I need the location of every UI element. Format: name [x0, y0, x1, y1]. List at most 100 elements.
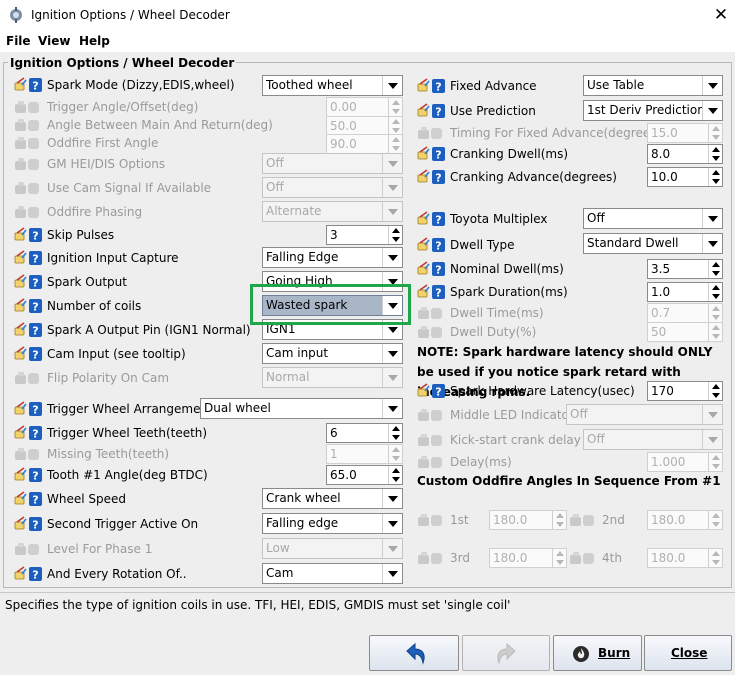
edit-help-icon[interactable]	[13, 77, 43, 93]
chevron-down-icon[interactable]	[382, 202, 402, 221]
menu-help[interactable]: Help	[79, 34, 110, 48]
label-angle-between: Angle Between Main And Return(deg)	[47, 118, 273, 132]
chevron-down-icon[interactable]	[382, 539, 402, 558]
dwell-duty-spinner[interactable]: 50	[647, 322, 723, 342]
chevron-down-icon[interactable]	[382, 514, 402, 533]
oddfire-3rd-spinner[interactable]: 180.0	[489, 548, 567, 568]
trigger-teeth-spinner[interactable]: 6	[326, 423, 403, 443]
oddfire-1st-spinner[interactable]: 180.0	[489, 510, 567, 530]
chevron-down-icon[interactable]	[702, 76, 722, 95]
edit-help-icon[interactable]	[416, 383, 446, 399]
trigger-arrangement-select[interactable]: Dual wheel	[200, 398, 403, 419]
edit-help-icon[interactable]	[13, 346, 43, 362]
ignition-input-select[interactable]: Falling Edge	[262, 247, 403, 268]
edit-help-icon[interactable]	[416, 237, 446, 253]
edit-help-icon-disabled	[416, 432, 446, 448]
nominal-dwell-spinner[interactable]: 3.5	[647, 259, 723, 279]
fixed-advance-select[interactable]: Use Table	[583, 75, 723, 96]
tooth1-angle-spinner[interactable]: 65.0	[326, 465, 403, 485]
window-close-icon[interactable]: ✕	[708, 3, 734, 27]
close-label: Close	[671, 646, 708, 660]
angle-between-spinner[interactable]: 50.0	[326, 116, 403, 136]
use-cam-select[interactable]: Off	[262, 177, 403, 198]
missing-teeth-spinner[interactable]: 1	[326, 444, 403, 464]
burn-button[interactable]: Burn	[553, 635, 642, 671]
chevron-down-icon[interactable]	[702, 209, 722, 228]
label-oddfire-1st: 1st	[450, 513, 469, 527]
chevron-down-icon[interactable]	[382, 178, 402, 197]
spark-duration-spinner[interactable]: 1.0	[647, 282, 723, 302]
edit-help-icon[interactable]	[13, 516, 43, 532]
close-button[interactable]: Close	[644, 635, 732, 671]
chevron-down-icon[interactable]	[702, 101, 722, 120]
edit-help-icon[interactable]	[416, 103, 446, 119]
skip-pulses-spinner[interactable]: 3	[326, 225, 403, 245]
wheel-speed-select[interactable]: Crank wheel	[262, 488, 403, 509]
edit-help-icon-disabled	[13, 370, 43, 386]
gm-hei-select[interactable]: Off	[262, 153, 403, 174]
chevron-down-icon[interactable]	[382, 344, 402, 363]
spark-mode-select[interactable]: Toothed wheel	[262, 75, 403, 96]
edit-help-icon[interactable]	[13, 322, 43, 338]
level-phase1-select[interactable]: Low	[262, 538, 403, 559]
edit-help-icon[interactable]	[416, 284, 446, 300]
edit-help-icon[interactable]	[416, 211, 446, 227]
redo-button[interactable]	[462, 635, 550, 671]
label-dwell-duty: Dwell Duty(%)	[450, 325, 537, 339]
middle-led-select[interactable]: Off	[566, 404, 723, 425]
chevron-down-icon[interactable]	[382, 489, 402, 508]
edit-help-icon[interactable]	[416, 146, 446, 162]
edit-help-icon[interactable]	[13, 491, 43, 507]
chevron-down-icon[interactable]	[702, 234, 722, 253]
second-trigger-select[interactable]: Falling edge	[262, 513, 403, 534]
chevron-down-icon[interactable]	[702, 405, 722, 424]
menu-view[interactable]: View	[38, 34, 70, 48]
label-trigger-arrangement: Trigger Wheel Arrangement	[47, 402, 213, 416]
label-spark-latency: Spark Hardware Latency(usec)	[450, 384, 635, 398]
edit-help-icon[interactable]	[13, 425, 43, 441]
cranking-dwell-spinner[interactable]: 8.0	[647, 144, 723, 164]
label-oddfire-2nd: 2nd	[602, 513, 625, 527]
edit-help-icon[interactable]	[13, 227, 43, 243]
toyota-multiplex-select[interactable]: Off	[583, 208, 723, 229]
flip-polarity-select[interactable]: Normal	[262, 367, 403, 388]
dwell-time-spinner[interactable]: 0.7	[647, 303, 723, 323]
oddfire-4th-spinner[interactable]: 180.0	[647, 548, 723, 568]
chevron-down-icon[interactable]	[382, 248, 402, 267]
edit-help-icon[interactable]	[416, 78, 446, 94]
undo-button[interactable]	[369, 635, 459, 671]
chevron-down-icon[interactable]	[382, 564, 402, 583]
edit-help-icon[interactable]	[13, 274, 43, 290]
menu-file[interactable]: File	[6, 34, 31, 48]
chevron-down-icon[interactable]	[382, 154, 402, 173]
spark-latency-spinner[interactable]: 170	[647, 381, 723, 401]
label-cam-input: Cam Input (see tooltip)	[47, 347, 186, 361]
edit-help-icon[interactable]	[13, 566, 43, 582]
oddfire-2nd-spinner[interactable]: 180.0	[647, 510, 723, 530]
kickstart-select[interactable]: Off	[583, 429, 723, 450]
edit-help-icon[interactable]	[13, 401, 43, 417]
highlight-box	[250, 284, 411, 325]
edit-help-icon[interactable]	[416, 169, 446, 185]
cranking-advance-spinner[interactable]: 10.0	[647, 167, 723, 187]
oddfire-first-spinner[interactable]: 90.0	[326, 134, 403, 154]
edit-help-icon[interactable]	[13, 298, 43, 314]
chevron-down-icon[interactable]	[382, 368, 402, 387]
use-prediction-select[interactable]: 1st Deriv Prediction	[583, 100, 723, 121]
dwell-type-select[interactable]: Standard Dwell	[583, 233, 723, 254]
edit-help-icon-disabled	[416, 305, 446, 321]
cam-input-select[interactable]: Cam input	[262, 343, 403, 364]
edit-help-icon[interactable]	[416, 261, 446, 277]
delay-spinner[interactable]: 1.000	[647, 452, 723, 472]
chevron-down-icon[interactable]	[382, 76, 402, 95]
edit-help-icon[interactable]	[13, 467, 43, 483]
chevron-down-icon[interactable]	[382, 399, 402, 418]
edit-help-icon-disabled	[13, 541, 43, 557]
oddfire-phasing-select[interactable]: Alternate	[262, 201, 403, 222]
timing-fixed-spinner[interactable]: 15.0	[647, 123, 723, 143]
chevron-down-icon[interactable]	[702, 430, 722, 449]
every-rotation-select[interactable]: Cam	[262, 563, 403, 584]
edit-help-icon-disabled	[13, 117, 43, 133]
trigger-angle-spinner[interactable]: 0.00	[326, 97, 403, 117]
edit-help-icon[interactable]	[13, 250, 43, 266]
